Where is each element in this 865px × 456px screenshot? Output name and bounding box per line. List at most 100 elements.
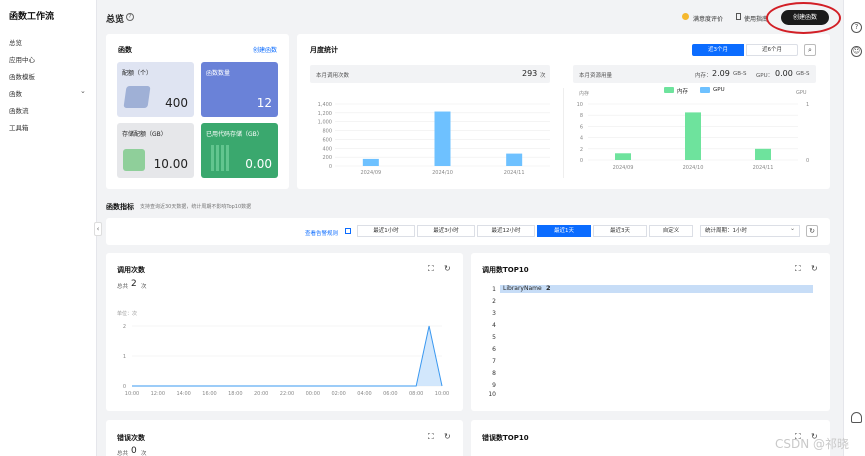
sidebar-item-functions[interactable]: 函数 — [9, 88, 22, 98]
x-tick-label: 2024/10 — [432, 170, 453, 176]
y-tick-label: 200 — [322, 155, 332, 161]
sidebar-item-toolbox[interactable]: 工具箱 — [9, 122, 29, 132]
functions-title: 函数 — [118, 46, 132, 54]
rank-label: 10 — [488, 391, 496, 398]
left-axis-label: 内存 — [579, 91, 590, 97]
metrics-subtitle: 支持查询近30天数据，统计周期不影响Top10数据 — [140, 204, 252, 210]
metrics-title: 函数指标 — [106, 203, 134, 211]
feedback-smile-icon[interactable]: ☺ — [851, 46, 862, 57]
count-value: 12 — [256, 96, 272, 110]
refresh-icon[interactable]: ↻ — [444, 432, 451, 441]
bar — [506, 153, 523, 166]
chevron-down-icon[interactable]: ⌄ — [790, 225, 795, 232]
rank-label: 2 — [492, 298, 496, 305]
fullscreen-icon[interactable]: ⛶ — [428, 432, 434, 442]
range-3d-button[interactable]: 最近3天 — [593, 225, 647, 237]
refresh-icon[interactable]: ↻ — [806, 225, 818, 237]
x-tick-label: 20:00 — [254, 391, 268, 397]
x-tick-label: 10:00 — [125, 391, 139, 397]
search-icon[interactable]: ⌕ — [804, 44, 816, 56]
storage-quota-tile: 存储配额（GB） 10.00 — [117, 123, 194, 178]
y2-tick-label: 0 — [806, 158, 809, 164]
right-toolbar — [843, 0, 865, 456]
x-tick-label: 12:00 — [151, 391, 165, 397]
x-tick-label: 18:00 — [228, 391, 242, 397]
docs-link[interactable]: 使用指南 — [744, 14, 768, 23]
function-illustration-icon — [123, 86, 151, 108]
calls-total-label: 总共 — [117, 284, 129, 290]
legend-gpu-label[interactable]: GPU — [713, 87, 725, 93]
smile-icon — [682, 13, 689, 20]
sidebar — [0, 0, 97, 456]
y-tick-label: 1,400 — [318, 102, 332, 108]
gpu-unit: GB-S — [796, 71, 810, 77]
sidebar-item-templates[interactable]: 函数模板 — [9, 71, 35, 81]
range-custom-button[interactable]: 自定义 — [649, 225, 693, 237]
bar — [755, 148, 771, 160]
monthly-resource-chart: 0 2 4 6 8 10 0 1 2024/09 2024/10 2024/11 — [577, 102, 810, 171]
y-tick-label: 10 — [577, 102, 583, 108]
x-tick-label: 00:00 — [306, 391, 320, 397]
y-tick-label: 800 — [322, 129, 332, 135]
top10-title: 调用数TOP10 — [482, 266, 529, 274]
sidebar-item-app-center[interactable]: 应用中心 — [9, 54, 35, 64]
calls-unit-label: 单位：次 — [117, 311, 138, 317]
used-storage-label: 已用代码存储（GB） — [206, 131, 263, 138]
x-tick-label: 08:00 — [409, 391, 423, 397]
range-1h-button[interactable]: 最近1小时 — [357, 225, 415, 237]
range-1d-button[interactable]: 最近1天 — [537, 225, 591, 237]
y-tick-label: 0 — [580, 158, 583, 164]
y-tick-label: 600 — [322, 137, 332, 143]
errors-total-unit: 次 — [141, 451, 147, 456]
alarm-rules-link[interactable]: 查看告警规则 — [305, 229, 338, 237]
y-tick-label: 1 — [123, 354, 126, 360]
count-tile: 函数数量 12 — [201, 62, 278, 117]
mem-value: 2.09 — [712, 69, 730, 78]
x-tick-label: 2024/11 — [504, 170, 525, 176]
range-3m-button[interactable]: 近3个月 — [692, 44, 744, 56]
fullscreen-icon[interactable]: ⛶ — [428, 264, 434, 274]
period-select[interactable]: 统计周期：1小时 — [700, 225, 800, 237]
x-tick-label: 22:00 — [280, 391, 294, 397]
external-link-icon[interactable] — [345, 228, 351, 234]
chevron-down-icon[interactable]: ⌄ — [80, 87, 86, 95]
rank-label: 9 — [492, 382, 496, 389]
gpu-label: GPU： — [756, 73, 774, 79]
help-circle-icon[interactable]: ? — [851, 22, 862, 33]
range-3h-button[interactable]: 最近3小时 — [417, 225, 475, 237]
y-tick-label: 6 — [580, 124, 583, 130]
range-6m-button[interactable]: 近6个月 — [746, 44, 798, 56]
help-icon[interactable]: ? — [126, 13, 134, 21]
error-top10-title: 错误数TOP10 — [482, 434, 529, 442]
quota-tile: 配额（个） 400 — [117, 62, 194, 117]
used-storage-value: 0.00 — [245, 157, 272, 171]
feedback-link[interactable]: 满意度评价 — [693, 14, 723, 23]
x-tick-label: 10:00 — [435, 391, 449, 397]
fullscreen-icon[interactable]: ⛶ — [795, 264, 801, 274]
calls-total-unit: 次 — [141, 284, 147, 290]
sidebar-item-flows[interactable]: 函数流 — [9, 105, 29, 115]
headset-icon[interactable] — [851, 412, 862, 423]
monthly-calls-chart: 0 200 400 600 800 1,000 1,200 1,400 2024/09 2024/… — [318, 102, 550, 176]
month-calls-label: 本月调用次数 — [316, 73, 350, 79]
sidebar-item-overview[interactable]: 总览 — [9, 37, 22, 47]
range-12h-button[interactable]: 最近12小时 — [477, 225, 535, 237]
x-tick-label: 2024/09 — [613, 165, 634, 171]
legend-mem-label[interactable]: 内存 — [677, 87, 688, 95]
create-function-link[interactable]: 创建函数 — [253, 45, 277, 54]
app-title: 函数工作流 — [9, 12, 55, 22]
y-tick-label: 0 — [329, 164, 332, 170]
errors-card — [106, 420, 463, 456]
collapse-sidebar-button[interactable]: ‹ — [94, 222, 102, 236]
gpu-value: 0.00 — [775, 69, 793, 78]
y-tick-label: 0 — [123, 384, 126, 390]
page-title: 总览 — [106, 15, 125, 25]
refresh-icon[interactable]: ↻ — [811, 264, 818, 273]
x-tick-label: 16:00 — [202, 391, 216, 397]
quota-label: 配额（个） — [122, 70, 153, 77]
x-tick-label: 06:00 — [383, 391, 397, 397]
top10-item-name: LibraryName — [503, 285, 542, 292]
refresh-icon[interactable]: ↻ — [444, 264, 451, 273]
highlight-circle — [766, 2, 841, 34]
storage-illustration-icon — [123, 149, 145, 171]
